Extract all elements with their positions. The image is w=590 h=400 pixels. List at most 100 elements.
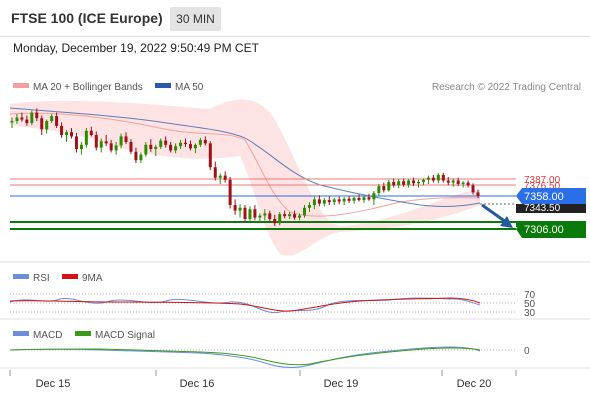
- candle-up: [114, 145, 118, 151]
- x-tick-label: Dec 15: [36, 378, 71, 390]
- candle-up: [417, 181, 421, 184]
- candle-up: [426, 177, 430, 180]
- candle-up: [288, 214, 292, 217]
- candle-down: [134, 151, 138, 161]
- candle-down: [283, 214, 287, 217]
- candle-down: [233, 205, 237, 211]
- candle-up: [436, 174, 440, 181]
- candle-down: [104, 141, 108, 144]
- candle-up: [397, 181, 401, 186]
- candle-down: [357, 198, 361, 201]
- candle-down: [203, 139, 207, 144]
- candle-up: [372, 193, 376, 200]
- candle-down: [164, 140, 168, 145]
- candle-down: [392, 181, 396, 186]
- candle-up: [139, 154, 143, 161]
- candle-down: [253, 209, 257, 218]
- candle-down: [243, 207, 247, 219]
- candle-up: [119, 136, 123, 146]
- candle-down: [466, 182, 470, 186]
- bollinger-legend-swatch: [13, 83, 29, 88]
- candle-down: [25, 119, 29, 124]
- candle-down: [74, 136, 78, 149]
- candle-down: [382, 186, 386, 191]
- current-price-label: 7343.50: [524, 203, 561, 214]
- rsi-ma-legend-swatch: [62, 274, 78, 279]
- candle-down: [476, 192, 480, 196]
- candle-up: [302, 207, 306, 216]
- macd-zero-label: 0: [524, 346, 530, 357]
- candle-down: [55, 116, 59, 126]
- price-chart: MA 20 + Bollinger Bands MA 50 Research ©…: [0, 82, 590, 390]
- candle-up: [144, 144, 148, 155]
- candle-down: [412, 180, 416, 184]
- candle-up: [312, 199, 316, 205]
- projection-arrow-shaft: [481, 203, 507, 224]
- candle-up: [352, 198, 356, 201]
- candle-up: [461, 182, 465, 184]
- candle-down: [441, 174, 445, 181]
- candle-down: [129, 142, 133, 152]
- candle-down: [402, 181, 406, 185]
- candle-down: [273, 219, 277, 224]
- candle-up: [362, 197, 366, 201]
- candle-up: [218, 175, 222, 178]
- candle-down: [89, 130, 93, 135]
- candle-down: [228, 179, 232, 205]
- candle-down: [347, 198, 351, 201]
- candle-down: [149, 144, 153, 149]
- candle-down: [35, 112, 39, 119]
- candle-down: [268, 213, 272, 219]
- candle-up: [15, 117, 19, 121]
- candle-down: [188, 144, 192, 149]
- candle-up: [238, 207, 242, 211]
- copyright-label: Research © 2022 Trading Central: [432, 82, 581, 93]
- candle-down: [20, 117, 24, 120]
- candle-up: [65, 132, 69, 135]
- candle-down: [94, 135, 98, 148]
- rsi-line: [9, 297, 481, 314]
- candle-up: [342, 198, 346, 202]
- candle-up: [387, 181, 391, 191]
- candle-up: [451, 180, 455, 183]
- bollinger-legend-label: MA 20 + Bollinger Bands: [33, 82, 143, 93]
- candle-up: [198, 139, 202, 145]
- macd-legend-label: MACD: [33, 330, 62, 341]
- candle-up: [263, 213, 267, 216]
- candle-up: [45, 121, 49, 130]
- candle-up: [278, 214, 282, 224]
- candle-down: [40, 118, 44, 130]
- candle-down: [60, 125, 64, 135]
- candle-up: [174, 146, 178, 151]
- candle-up: [179, 142, 183, 147]
- x-tick-label: Dec 20: [457, 378, 492, 390]
- macd-signal-line: [9, 347, 481, 366]
- macd-signal-legend-swatch: [75, 331, 91, 336]
- candle-up: [421, 179, 425, 182]
- candle-up: [10, 121, 14, 123]
- ma50-legend-swatch: [155, 83, 171, 88]
- candle-up: [30, 112, 34, 124]
- bollinger-band-area: [10, 99, 480, 256]
- candle-up: [258, 215, 262, 218]
- candle-down: [208, 143, 212, 168]
- candle-down: [109, 143, 113, 151]
- x-tick-label: Dec 16: [180, 378, 215, 390]
- candle-down: [471, 185, 475, 193]
- rsi-ma-legend-label: 9MA: [82, 273, 103, 284]
- candle-up: [50, 116, 54, 121]
- candle-down: [293, 214, 297, 218]
- candle-up: [79, 144, 83, 149]
- candle-down: [337, 199, 341, 202]
- candle-down: [431, 177, 435, 181]
- rsi-level-30-label: 30: [524, 308, 536, 319]
- candle-up: [307, 205, 311, 208]
- ma50-legend-label: MA 50: [175, 82, 204, 93]
- candle-down: [456, 180, 460, 184]
- candle-up: [99, 141, 103, 148]
- candle-up: [377, 186, 381, 194]
- candle-up: [298, 215, 302, 218]
- candle-down: [124, 136, 128, 142]
- candle-down: [317, 199, 321, 204]
- candle-down: [213, 167, 217, 178]
